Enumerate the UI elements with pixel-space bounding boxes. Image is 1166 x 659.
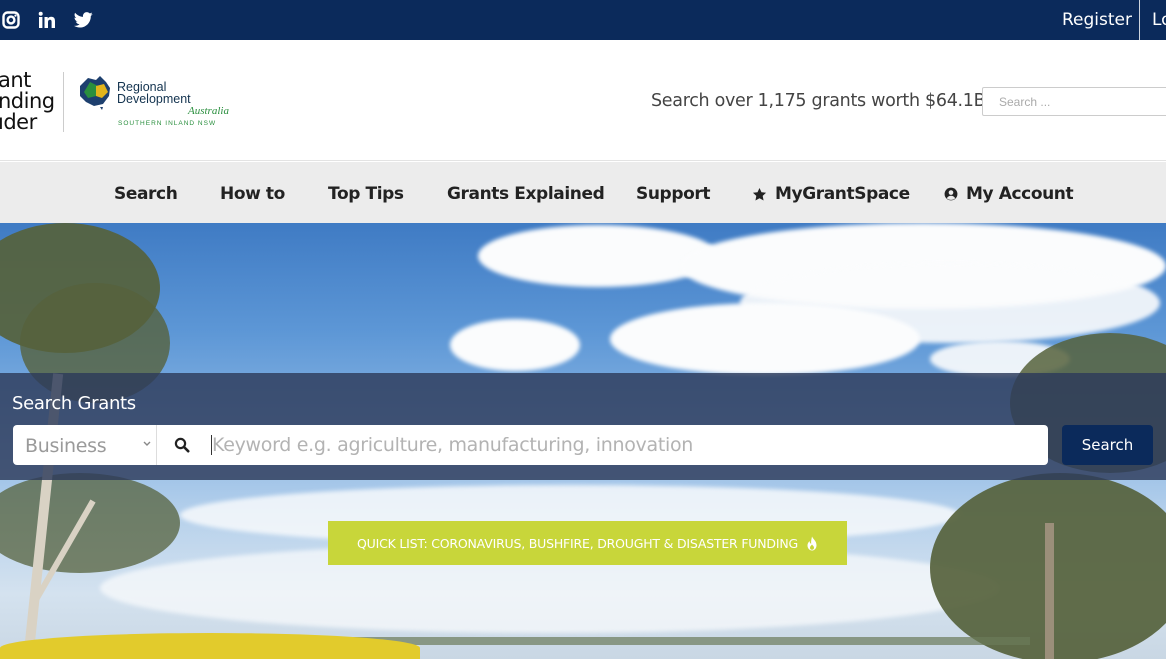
partner-logo[interactable]: Regional Development Australia SOUTHERN … (76, 74, 229, 134)
register-link[interactable]: Register (1062, 10, 1132, 30)
nav-item-how-to[interactable]: How to (220, 184, 285, 204)
chevron-down-icon (143, 441, 151, 446)
quick-list-button[interactable]: QUICK LIST: CORONAVIRUS, BUSHFIRE, DROUG… (328, 521, 847, 565)
main-nav: Search How to Top Tips Grants Explained … (0, 162, 1166, 223)
partner-subtitle: SOUTHERN INLAND NSW (118, 120, 217, 127)
nav-label: Grants Explained (447, 184, 605, 204)
site-logo[interactable]: ant nding ıder (0, 70, 55, 133)
category-select[interactable]: Business (13, 425, 157, 465)
quick-list-label: QUICK LIST: CORONAVIRUS, BUSHFIRE, DROUG… (357, 535, 798, 551)
instagram-icon[interactable] (2, 11, 20, 29)
cloud (450, 319, 580, 371)
nav-label: How to (220, 184, 285, 204)
nav-item-search[interactable]: Search (114, 184, 178, 204)
nav-label: My Account (966, 184, 1074, 204)
nav-item-grants-explained[interactable]: Grants Explained (447, 184, 605, 204)
search-button[interactable]: Search (1062, 425, 1153, 465)
nav-label: Top Tips (328, 184, 404, 204)
keyword-search-input[interactable]: Keyword e.g. agriculture, manufacturing,… (157, 425, 1048, 465)
fire-icon (807, 536, 817, 550)
top-bar: Register Lo (0, 0, 1166, 40)
nav-label: Support (636, 184, 711, 204)
keyword-placeholder: Keyword e.g. agriculture, manufacturing,… (212, 434, 694, 456)
logo-line: ıder (0, 110, 37, 134)
nav-label: Search (114, 184, 178, 204)
tree-foliage (0, 473, 180, 573)
social-links (2, 11, 93, 29)
logo-divider (63, 72, 64, 132)
tree-trunk (1045, 523, 1054, 659)
twitter-icon[interactable] (74, 12, 93, 28)
search-title: Search Grants (12, 393, 136, 414)
grant-stats: Search over 1,175 grants worth $64.1B (651, 91, 986, 111)
category-value: Business (25, 435, 107, 457)
canola-field (0, 633, 420, 659)
hero-banner: Search Grants Business Keyword e.g. agri… (0, 223, 1166, 659)
nav-item-mygrantspace[interactable]: MyGrantSpace (752, 184, 910, 204)
nav-item-support[interactable]: Support (636, 184, 710, 204)
user-circle-icon (944, 187, 958, 201)
topbar-divider (1139, 0, 1140, 40)
logo-line: nding (0, 89, 55, 113)
linkedin-icon[interactable] (38, 11, 56, 29)
header-search-placeholder: Search ... (999, 95, 1051, 109)
star-icon (752, 187, 767, 200)
site-header: ant nding ıder Regional Development Aust… (0, 40, 1166, 161)
logo-line: ant (0, 68, 31, 92)
nav-item-my-account[interactable]: My Account (944, 184, 1074, 204)
australia-map-icon (80, 76, 110, 110)
nav-item-top-tips[interactable]: Top Tips (328, 184, 404, 204)
partner-name: Regional Development (117, 81, 191, 106)
login-link[interactable]: Lo (1152, 10, 1166, 30)
search-icon (174, 437, 190, 453)
partner-script: Australia (188, 105, 229, 117)
partner-name-line: Development (117, 92, 191, 106)
cloud (478, 225, 718, 287)
header-search-input[interactable]: Search ... (982, 87, 1166, 116)
cloud (610, 303, 920, 375)
nav-label: MyGrantSpace (775, 184, 910, 204)
search-panel: Search Grants Business Keyword e.g. agri… (0, 373, 1166, 480)
